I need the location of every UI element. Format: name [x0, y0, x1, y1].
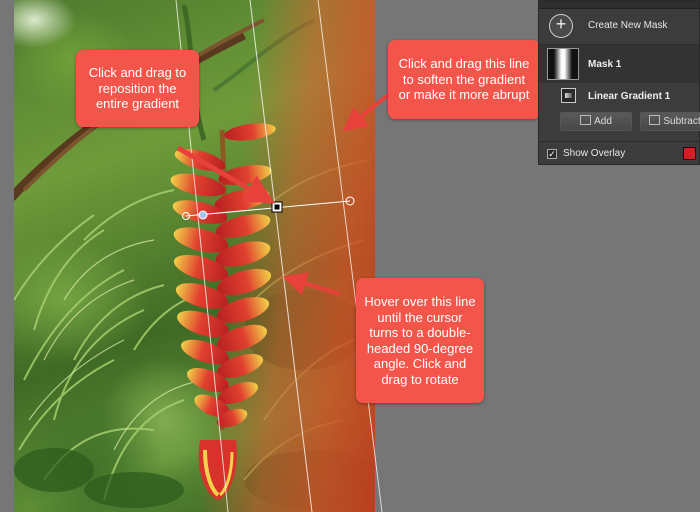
show-overlay-row: ✓ Show Overlay [539, 141, 699, 164]
add-label: Add [594, 116, 612, 127]
gradient-item[interactable]: Linear Gradient 1 [539, 85, 699, 107]
subtract-button[interactable]: Subtract [640, 112, 700, 131]
add-icon [580, 115, 592, 125]
mask-panel: + Create New Mask Mask 1 Linear Gradient… [538, 0, 700, 165]
mask-name[interactable]: Mask 1 [588, 59, 621, 70]
gradient-rotation-handle[interactable] [198, 210, 208, 220]
linear-gradient-icon [561, 88, 576, 103]
create-new-mask-label[interactable]: Create New Mask [588, 20, 667, 31]
mask-buttons: Add Subtract [539, 111, 700, 133]
subtract-icon [649, 115, 661, 125]
callout-reposition-text: Click and drag to reposition the entire … [88, 65, 187, 112]
subtract-label: Subtract [663, 116, 700, 127]
show-overlay-label[interactable]: Show Overlay [563, 148, 625, 159]
show-overlay-checkbox[interactable]: ✓ [547, 149, 557, 159]
mask-item[interactable]: Mask 1 [539, 45, 699, 83]
callout-rotate-text: Hover over this line until the cursor tu… [364, 294, 476, 387]
add-button[interactable]: Add [560, 112, 632, 131]
callout-reposition: Click and drag to reposition the entire … [76, 50, 199, 127]
gradient-name[interactable]: Linear Gradient 1 [588, 91, 670, 102]
mask-thumbnail[interactable] [547, 48, 579, 80]
create-new-mask-row[interactable]: + Create New Mask [539, 8, 699, 45]
callout-rotate: Hover over this line until the cursor tu… [356, 278, 484, 403]
callout-soften: Click and drag this line to soften the g… [388, 40, 540, 119]
overlay-color-swatch[interactable] [683, 147, 696, 160]
callout-soften-text: Click and drag this line to soften the g… [398, 56, 530, 103]
plus-icon[interactable]: + [549, 14, 573, 38]
